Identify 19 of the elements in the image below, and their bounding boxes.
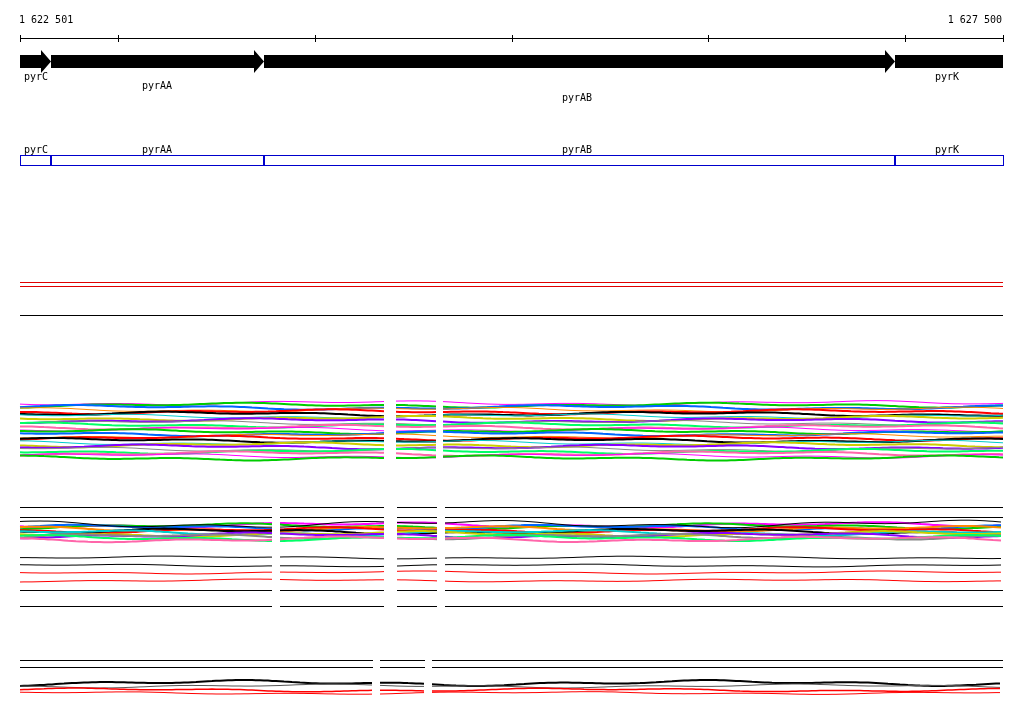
- start-coordinate: 1 622 501: [19, 14, 74, 25]
- gene-box[interactable]: [51, 155, 264, 166]
- end-coordinate: 1 627 500: [947, 14, 1002, 25]
- gene-label: pyrAA: [141, 80, 173, 91]
- gene-box[interactable]: [895, 155, 1004, 166]
- multi-line-plot-drawing: [379, 660, 426, 695]
- gene-arrow[interactable]: [20, 50, 51, 73]
- multi-line-plot-drawing: [395, 400, 437, 460]
- gene-label: pyrC: [24, 71, 49, 82]
- gene-arrow[interactable]: [264, 50, 895, 73]
- gene-box[interactable]: [264, 155, 895, 166]
- gene-label: pyrC: [24, 144, 49, 155]
- gene-box[interactable]: [20, 155, 51, 166]
- gene-label: pyrAB: [561, 92, 593, 103]
- gene-label: pyrAA: [141, 144, 173, 155]
- gene-label: pyrK: [934, 144, 960, 155]
- gene-arrow[interactable]: [51, 50, 264, 73]
- gene-label: pyrAB: [561, 144, 593, 155]
- gene-label: pyrK: [934, 71, 960, 82]
